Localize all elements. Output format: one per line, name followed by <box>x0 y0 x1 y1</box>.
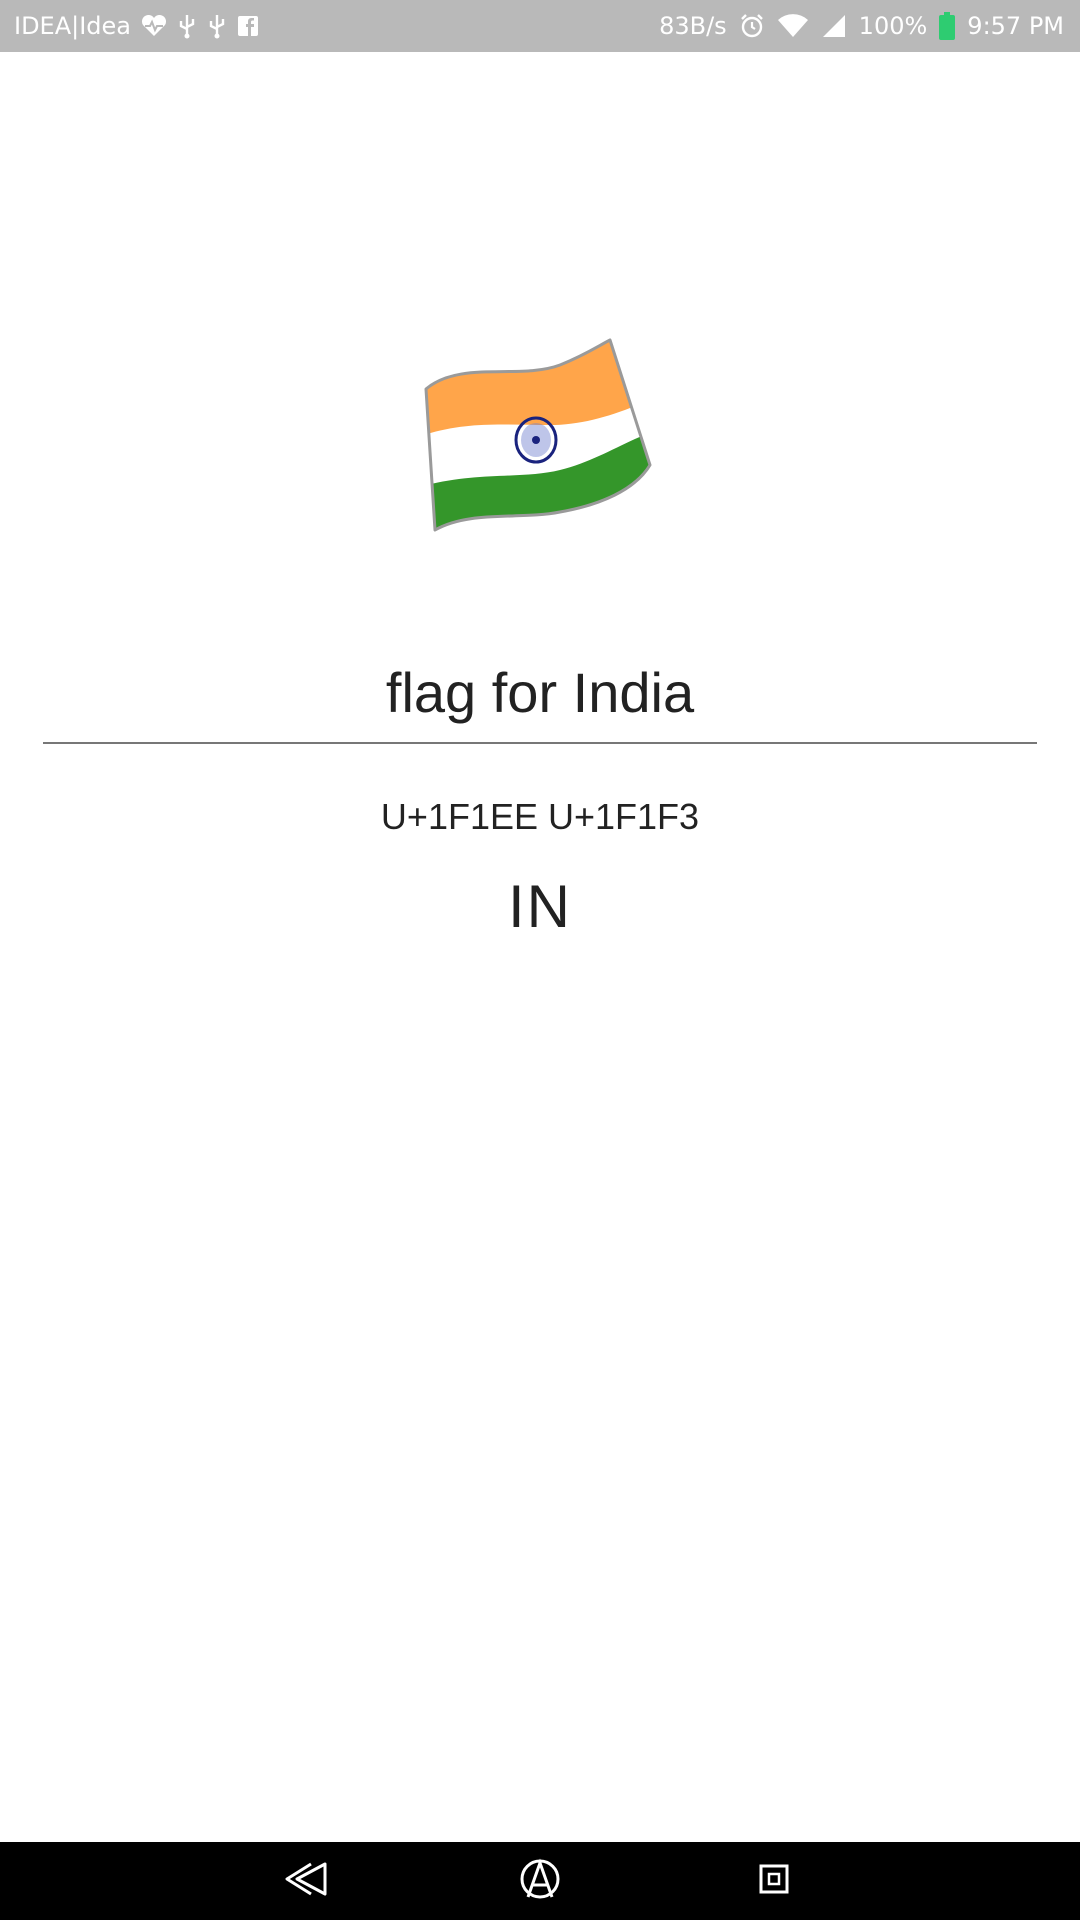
unicode-codepoints: U+1F1EE U+1F1F3 <box>380 796 700 837</box>
signal-icon <box>821 13 847 39</box>
recents-button[interactable] <box>729 1842 819 1920</box>
alarm-icon <box>739 13 765 39</box>
heart-pulse-icon <box>141 15 167 37</box>
carrier-label: IDEA|Idea <box>14 12 132 40</box>
clock: 9:57 PM <box>967 12 1064 40</box>
network-speed: 83B/s <box>659 12 727 40</box>
recents-icon <box>759 1864 789 1899</box>
battery-icon <box>939 12 956 40</box>
emoji-name: flag for India <box>385 661 695 724</box>
country-code: IN <box>508 873 572 940</box>
battery-percent: 100% <box>858 12 928 40</box>
status-bar-right: 83B/s 100% 9:57 PM <box>659 0 1064 52</box>
divider <box>43 742 1037 744</box>
facebook-icon <box>237 15 259 37</box>
usb-icon <box>177 13 197 39</box>
india-flag-icon <box>410 330 670 550</box>
home-button[interactable] <box>495 1842 585 1920</box>
status-bar: IDEA|Idea 83B/s 100% 9:57 PM <box>0 0 1080 52</box>
back-icon <box>285 1861 327 1902</box>
navigation-bar <box>0 1842 1080 1920</box>
back-button[interactable] <box>261 1842 351 1920</box>
home-icon <box>518 1857 562 1906</box>
wifi-icon <box>777 14 809 38</box>
usb-icon <box>207 13 227 39</box>
status-bar-left: IDEA|Idea <box>14 0 259 52</box>
